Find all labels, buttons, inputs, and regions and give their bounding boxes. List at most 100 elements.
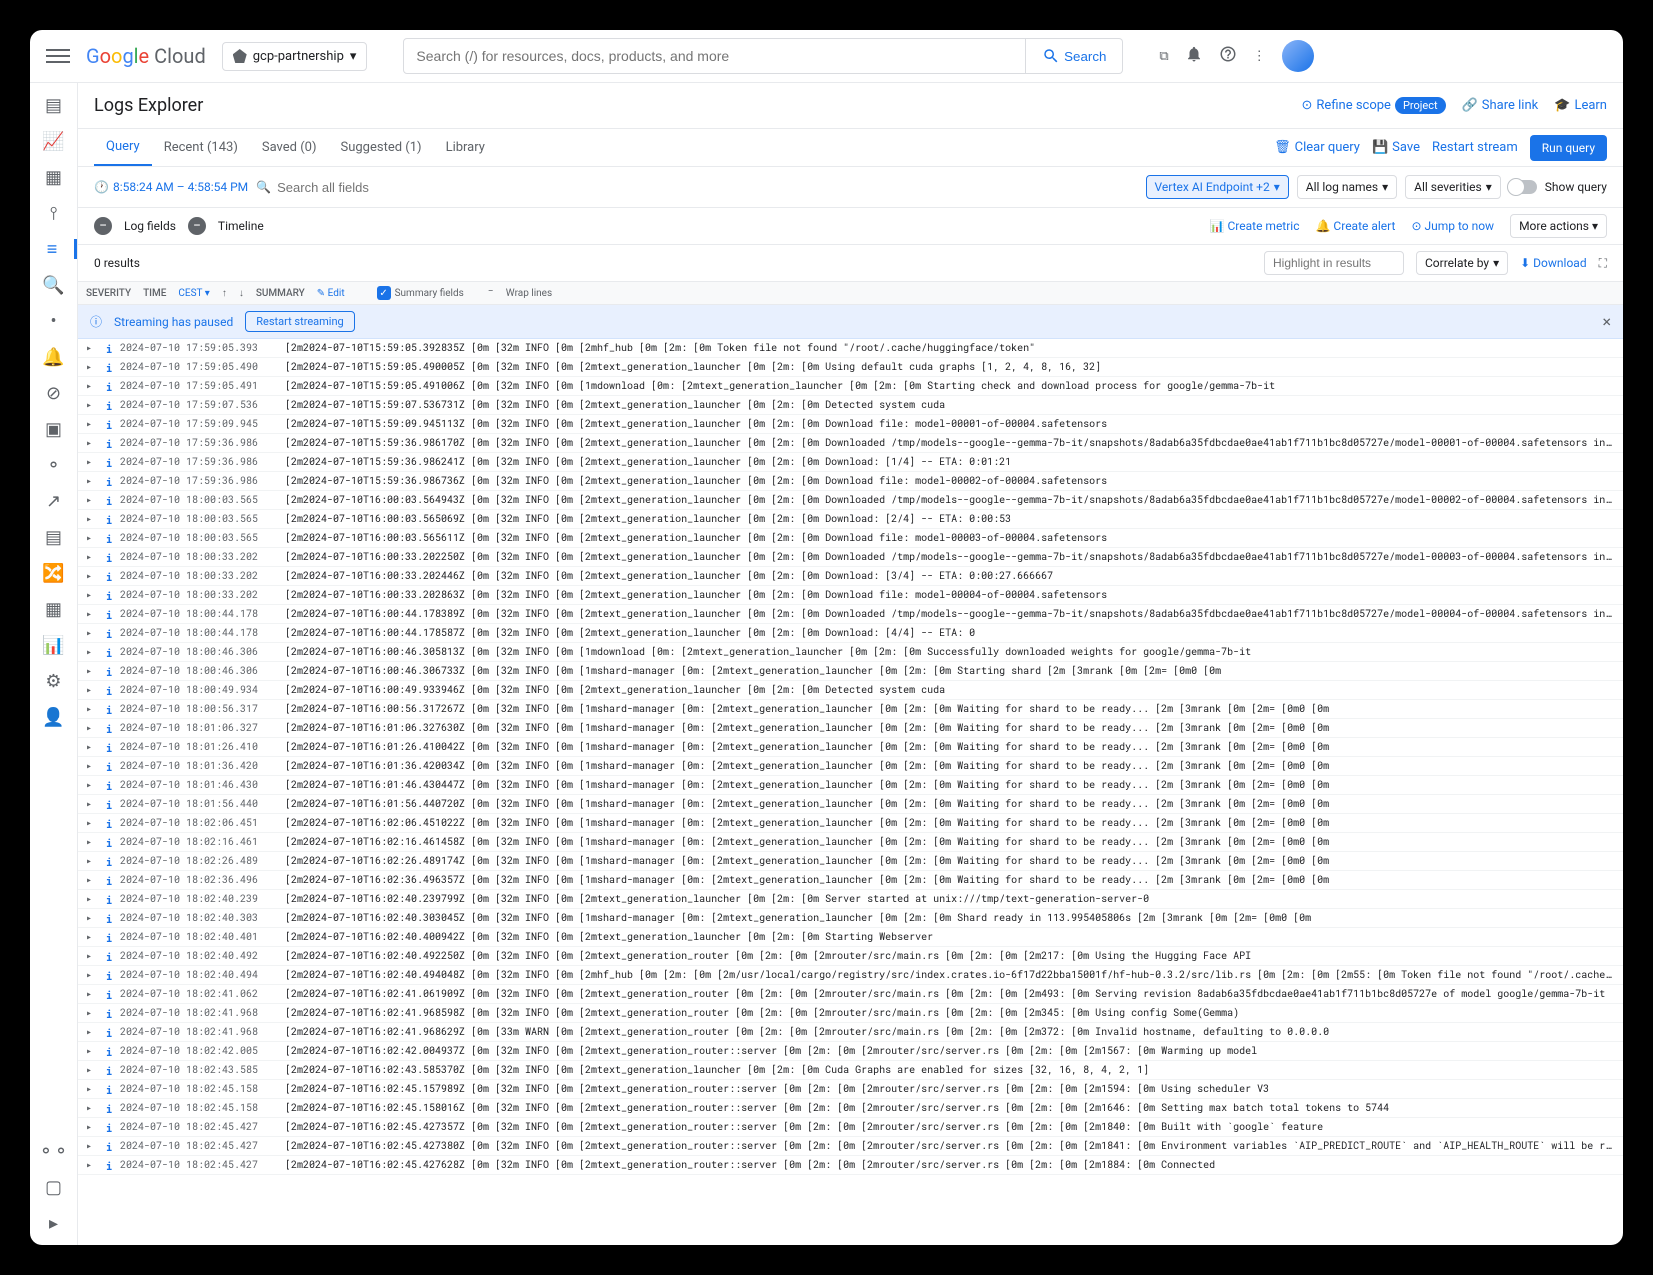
log-row[interactable]: ▸i2024-07-10 18:02:36.496[2m2024-07-10T1… [78,871,1623,890]
log-row[interactable]: ▸i2024-07-10 17:59:09.945[2m2024-07-10T1… [78,415,1623,434]
expand-icon[interactable]: ▸ [86,797,98,810]
cloud-shell-icon[interactable]: ⧉ [1159,49,1168,64]
log-row[interactable]: ▸i2024-07-10 18:01:06.327[2m2024-07-10T1… [78,719,1623,738]
expand-icon[interactable]: ▸ [86,740,98,753]
time-range-chip[interactable]: 🕐 8:58:24 AM – 4:58:54 PM [94,180,248,194]
log-row[interactable]: ▸i2024-07-10 18:02:40.303[2m2024-07-10T1… [78,909,1623,928]
expand-icon[interactable]: ▸ [86,455,98,468]
expand-icon[interactable]: ▸ [86,1101,98,1114]
expand-icon[interactable]: ▸ [86,873,98,886]
log-row[interactable]: ▸i2024-07-10 18:02:43.585[2m2024-07-10T1… [78,1061,1623,1080]
expand-icon[interactable]: ⛶ [1599,256,1607,271]
expand-icon[interactable]: ▸ [86,588,98,601]
expand-icon[interactable]: ▸ [86,436,98,449]
log-row[interactable]: ▸i2024-07-10 18:02:16.461[2m2024-07-10T1… [78,833,1623,852]
log-row[interactable]: ▸i2024-07-10 18:02:41.968[2m2024-07-10T1… [78,1023,1623,1042]
rail-item-trend[interactable]: 📊 [44,635,64,655]
log-row[interactable]: ▸i2024-07-10 17:59:05.490[2m2024-07-10T1… [78,358,1623,377]
log-row[interactable]: ▸i2024-07-10 18:02:06.451[2m2024-07-10T1… [78,814,1623,833]
expand-icon[interactable]: ▸ [86,417,98,430]
gcp-logo[interactable]: Google Cloud [86,44,206,68]
log-row[interactable]: ▸i2024-07-10 18:00:49.934[2m2024-07-10T1… [78,681,1623,700]
global-search-button[interactable]: Search [1026,38,1123,74]
severities-chip[interactable]: All severities ▾ [1405,175,1501,199]
global-search-input[interactable] [403,38,1026,74]
expand-icon[interactable]: ▸ [86,607,98,620]
notifications-icon[interactable] [1185,45,1203,67]
resource-filter-chip[interactable]: Vertex AI Endpoint +2 ▾ [1146,175,1289,199]
refine-scope-button[interactable]: ⊙ Refine scope Project [1302,97,1446,114]
rail-item-search[interactable]: 🔍 [44,275,64,295]
expand-icon[interactable]: ▸ [86,626,98,639]
log-row[interactable]: ▸i2024-07-10 18:02:40.494[2m2024-07-10T1… [78,966,1623,985]
log-row[interactable]: ▸i2024-07-10 18:02:42.005[2m2024-07-10T1… [78,1042,1623,1061]
log-row[interactable]: ▸i2024-07-10 18:01:36.420[2m2024-07-10T1… [78,757,1623,776]
tab-saved[interactable]: Saved (0) [250,130,329,165]
rail-item-storage[interactable]: ▦ [44,167,64,187]
rail-item-chart[interactable]: ⫯ [44,203,64,223]
jump-to-now-button[interactable]: ⊙ Jump to now [1411,219,1494,233]
expand-icon[interactable]: ▸ [86,683,98,696]
tab-recent[interactable]: Recent (143) [152,130,250,165]
download-button[interactable]: ⬇ Download [1520,256,1586,270]
rail-item-box[interactable]: ▢ [44,1177,64,1197]
project-selector[interactable]: gcp-partnership ▾ [222,42,368,71]
close-banner-button[interactable]: × [1602,312,1611,331]
log-names-chip[interactable]: All log names ▾ [1297,175,1397,199]
log-row[interactable]: ▸i2024-07-10 18:02:41.968[2m2024-07-10T1… [78,1004,1623,1023]
show-query-toggle[interactable] [1509,180,1537,194]
tab-query[interactable]: Query [94,129,152,166]
log-row[interactable]: ▸i2024-07-10 18:00:33.202[2m2024-07-10T1… [78,586,1623,605]
expand-icon[interactable]: ▸ [86,512,98,525]
run-query-button[interactable]: Run query [1530,135,1607,161]
expand-icon[interactable]: ▸ [86,645,98,658]
expand-icon[interactable]: ▸ [86,341,98,354]
correlate-by-menu[interactable]: Correlate by ▾ [1416,251,1508,275]
remove-log-fields[interactable]: − [94,217,112,235]
time-nav-next[interactable]: ↓ [239,288,244,299]
highlight-input[interactable] [1264,251,1404,275]
expand-icon[interactable]: ▸ [86,531,98,544]
log-row[interactable]: ▸i2024-07-10 18:00:03.565[2m2024-07-10T1… [78,510,1623,529]
log-row[interactable]: ▸i2024-07-10 18:02:45.427[2m2024-07-10T1… [78,1137,1623,1156]
expand-icon[interactable]: ▸ [86,1006,98,1019]
log-row[interactable]: ▸i2024-07-10 17:59:07.536[2m2024-07-10T1… [78,396,1623,415]
learn-button[interactable]: 🎓 Learn [1554,98,1607,113]
restart-streaming-button[interactable]: Restart streaming [245,311,354,332]
wrap-lines-toggle[interactable]: − [488,286,502,300]
expand-icon[interactable]: ▸ [86,1139,98,1152]
log-row[interactable]: ▸i2024-07-10 18:00:03.565[2m2024-07-10T1… [78,529,1623,548]
expand-icon[interactable]: ▸ [86,1044,98,1057]
more-actions-menu[interactable]: More actions ▾ [1510,214,1607,238]
rail-item-uptime[interactable]: ⚬ [44,455,64,475]
nav-menu-button[interactable] [46,44,70,68]
rail-item-trace[interactable]: 🔀 [44,563,64,583]
rail-item-alerts[interactable]: 🔔 [44,347,64,367]
rail-item-dot[interactable]: • [44,311,64,331]
log-row[interactable]: ▸i2024-07-10 18:00:03.565[2m2024-07-10T1… [78,491,1623,510]
expand-icon[interactable]: ▸ [86,550,98,563]
expand-icon[interactable]: ▸ [86,1120,98,1133]
log-row[interactable]: ▸i2024-07-10 18:02:40.492[2m2024-07-10T1… [78,947,1623,966]
expand-icon[interactable]: ▸ [86,702,98,715]
log-row[interactable]: ▸i2024-07-10 17:59:05.393[2m2024-07-10T1… [78,339,1623,358]
log-row[interactable]: ▸i2024-07-10 17:59:36.986[2m2024-07-10T1… [78,453,1623,472]
user-avatar[interactable] [1282,40,1314,72]
log-row[interactable]: ▸i2024-07-10 18:02:41.062[2m2024-07-10T1… [78,985,1623,1004]
expand-icon[interactable]: ▸ [86,379,98,392]
expand-icon[interactable]: ▸ [86,1063,98,1076]
log-row[interactable]: ▸i2024-07-10 18:02:45.427[2m2024-07-10T1… [78,1156,1623,1175]
share-link-button[interactable]: 🔗 Share link [1462,98,1539,113]
expand-icon[interactable]: ▸ [86,474,98,487]
log-row[interactable]: ▸i2024-07-10 18:00:44.178[2m2024-07-10T1… [78,624,1623,643]
log-row[interactable]: ▸i2024-07-10 18:01:26.410[2m2024-07-10T1… [78,738,1623,757]
remove-timeline[interactable]: − [188,217,206,235]
rail-item-synth[interactable]: ↗ [44,491,64,511]
expand-icon[interactable]: ▸ [86,1025,98,1038]
expand-icon[interactable]: ▸ [86,778,98,791]
create-alert-button[interactable]: 🔔 Create alert [1316,219,1396,233]
expand-icon[interactable]: ▸ [86,968,98,981]
more-icon[interactable]: ⋮ [1253,49,1266,64]
expand-icon[interactable]: ▸ [86,949,98,962]
expand-icon[interactable]: ▸ [86,664,98,677]
